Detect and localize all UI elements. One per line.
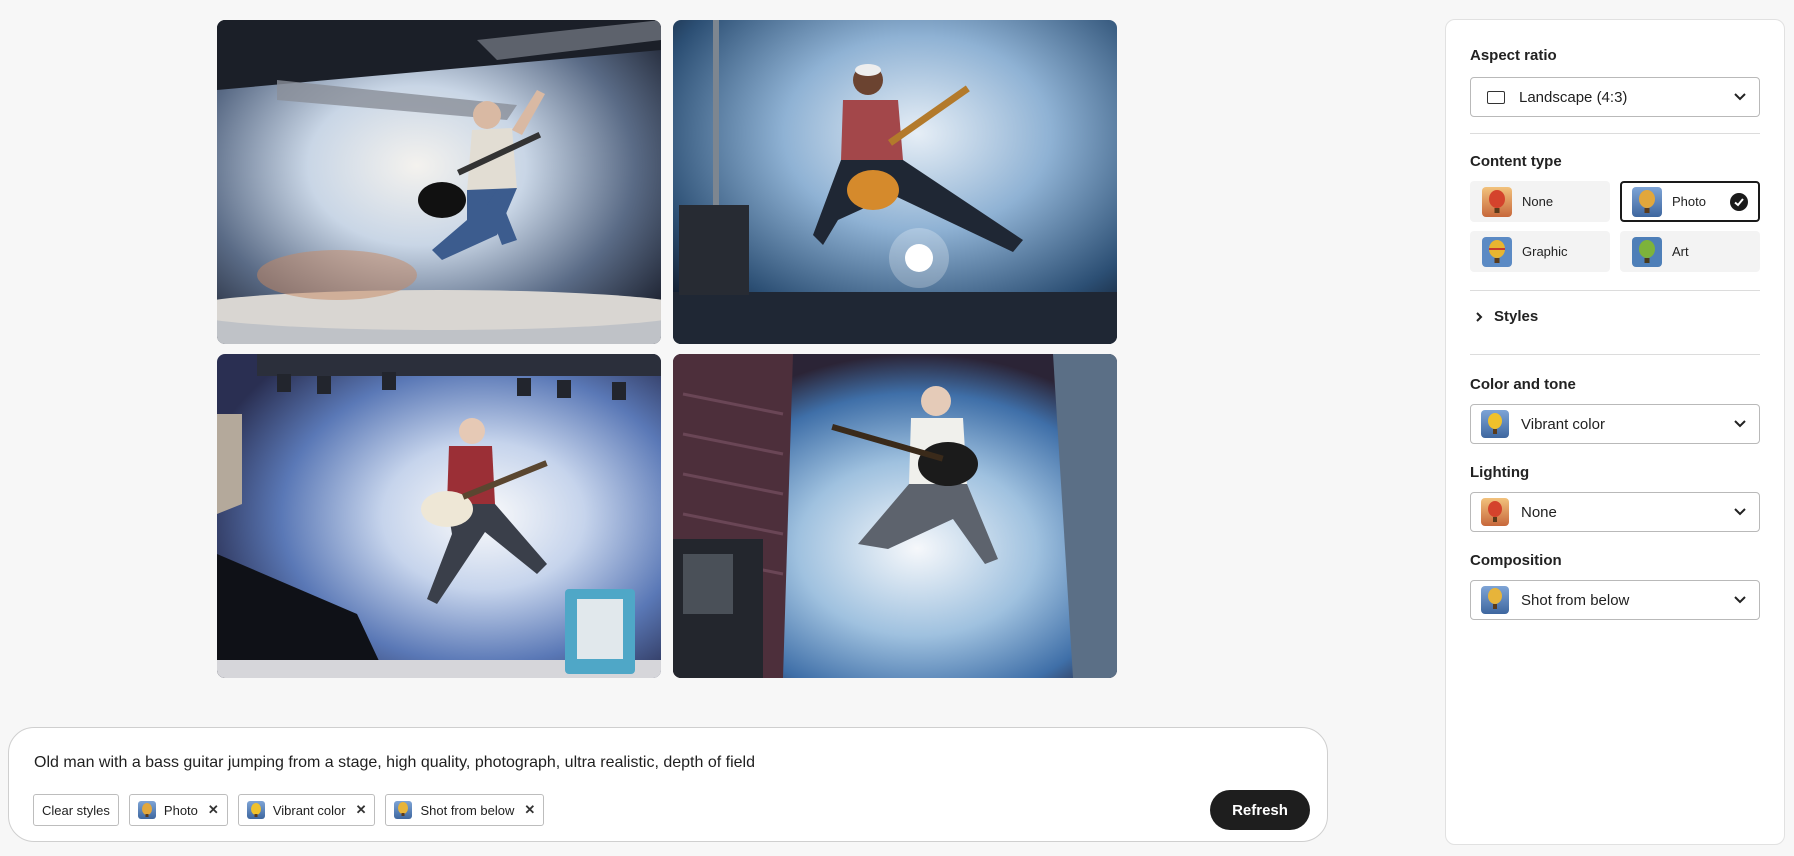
chip-photo-label: Photo (163, 802, 198, 818)
generated-image-1[interactable] (217, 20, 661, 344)
styles-label: Styles (1494, 308, 1539, 325)
close-icon[interactable]: ✕ (208, 802, 219, 818)
generated-image-4[interactable] (673, 354, 1117, 678)
clear-styles-button[interactable]: Clear styles (33, 794, 119, 826)
color-tone-dropdown[interactable]: Vibrant color (1470, 404, 1760, 444)
aspect-ratio-heading: Aspect ratio (1470, 47, 1557, 64)
balloon-photo-icon (137, 801, 156, 819)
aspect-ratio-value: Landscape (4:3) (1519, 88, 1628, 106)
content-type-art[interactable]: Art (1620, 231, 1760, 272)
chip-below-label: Shot from below (420, 802, 515, 818)
content-type-art-label: Art (1672, 244, 1689, 259)
content-type-none[interactable]: None (1470, 181, 1610, 222)
chevron-right-icon (1476, 311, 1483, 322)
balloon-none-icon (1481, 498, 1509, 526)
settings-panel: Aspect ratio Landscape (4:3) Content typ… (1445, 19, 1785, 845)
chip-vibrant-color[interactable]: Vibrant color ✕ (237, 794, 376, 826)
divider (1470, 133, 1760, 134)
composition-dropdown[interactable]: Shot from below (1470, 580, 1760, 620)
color-tone-value: Vibrant color (1521, 415, 1605, 433)
styles-toggle[interactable]: Styles (1474, 308, 1538, 325)
composition-value: Shot from below (1521, 591, 1630, 609)
composition-heading: Composition (1470, 552, 1562, 569)
balloon-below-icon (1481, 586, 1509, 614)
balloon-vibrant-icon (1481, 410, 1509, 438)
prompt-box[interactable]: Old man with a bass guitar jumping from … (8, 727, 1328, 842)
content-type-heading: Content type (1470, 153, 1562, 170)
close-icon[interactable]: ✕ (524, 802, 535, 818)
chip-shot-from-below[interactable]: Shot from below ✕ (385, 794, 545, 826)
generated-image-2[interactable] (673, 20, 1117, 344)
aspect-ratio-dropdown[interactable]: Landscape (4:3) (1470, 77, 1760, 117)
color-tone-heading: Color and tone (1470, 376, 1576, 393)
balloon-photo-icon (1632, 186, 1662, 217)
balloon-art-icon (1632, 236, 1662, 267)
divider (1470, 290, 1760, 291)
generated-image-3[interactable] (217, 354, 661, 678)
balloon-below-icon (394, 801, 413, 819)
lighting-heading: Lighting (1470, 464, 1530, 481)
guitarist-photo-icon (217, 20, 661, 344)
landscape-icon (1487, 90, 1505, 104)
content-type-photo[interactable]: Photo (1620, 181, 1760, 222)
lighting-value: None (1521, 503, 1557, 521)
content-type-photo-label: Photo (1672, 194, 1706, 209)
style-chips: Clear styles Photo ✕ Vibrant color ✕ Sho… (33, 794, 545, 826)
image-grid (217, 20, 1117, 679)
chevron-down-icon (1734, 508, 1746, 516)
content-type-graphic[interactable]: Graphic (1470, 231, 1610, 272)
guitarist-photo-icon (673, 20, 1117, 344)
chip-vibrant-label: Vibrant color (272, 802, 346, 818)
balloon-none-icon (1482, 186, 1512, 217)
lighting-dropdown[interactable]: None (1470, 492, 1760, 532)
guitarist-photo-icon (217, 354, 661, 678)
chip-photo[interactable]: Photo ✕ (128, 794, 228, 826)
divider (1470, 354, 1760, 355)
balloon-graphic-icon (1482, 236, 1512, 267)
close-icon[interactable]: ✕ (356, 802, 367, 818)
balloon-vibrant-icon (246, 801, 265, 819)
guitarist-photo-icon (673, 354, 1117, 678)
content-type-none-label: None (1522, 194, 1554, 209)
chevron-down-icon (1734, 93, 1746, 101)
refresh-button[interactable]: Refresh (1210, 790, 1310, 830)
prompt-text[interactable]: Old man with a bass guitar jumping from … (34, 754, 755, 772)
content-type-graphic-label: Graphic (1522, 244, 1568, 259)
chevron-down-icon (1734, 420, 1746, 428)
clear-styles-label: Clear styles (42, 802, 110, 818)
checkmark-icon (1730, 193, 1748, 211)
chevron-down-icon (1734, 596, 1746, 604)
